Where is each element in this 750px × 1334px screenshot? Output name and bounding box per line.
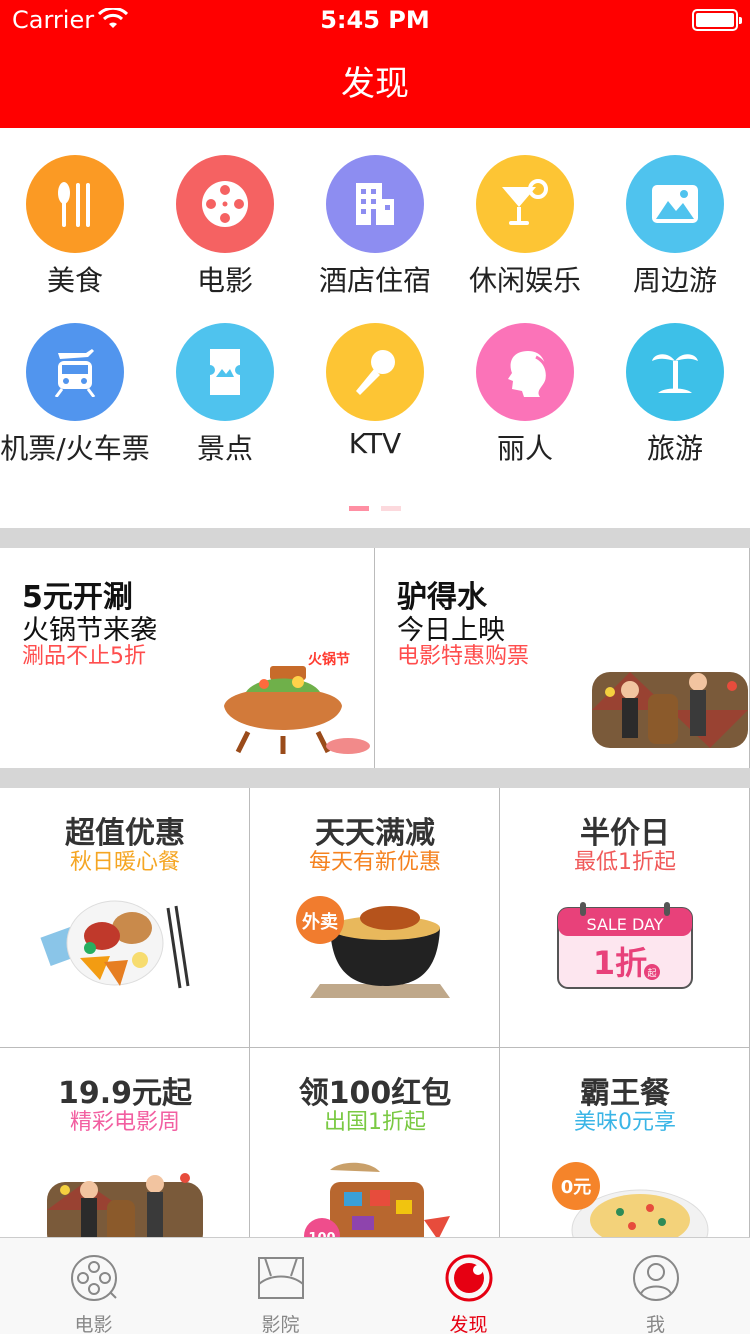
promo-note: 涮品不止5折 <box>22 644 146 669</box>
hotpot-image: 火锅节 <box>224 651 370 754</box>
promo-note: 电影特惠购票 <box>397 644 530 669</box>
category-leisure[interactable]: 休闲娱乐 <box>450 155 600 325</box>
promo-hotpot[interactable]: 5元开涮 火锅节来袭 涮品不止5折 火锅节 <box>0 548 375 768</box>
category-food[interactable]: 美食 <box>0 155 150 325</box>
page-dot-inactive <box>381 506 401 511</box>
tab-cinemas[interactable]: 影院 <box>187 1238 374 1334</box>
category-label: KTV <box>348 427 402 460</box>
battery-icon <box>692 9 742 31</box>
category-label: 丽人 <box>496 432 553 465</box>
deal-subtitle: 精彩电影周 <box>69 1110 180 1135</box>
hotel-icon <box>326 155 424 253</box>
deal-subtitle: 出国1折起 <box>324 1110 426 1135</box>
status-time: 5:45 PM <box>320 6 430 34</box>
film-reel-tab-icon <box>71 1255 117 1301</box>
category-label: 周边游 <box>632 264 717 297</box>
page-title: 发现 <box>341 64 409 104</box>
section-divider <box>0 528 750 548</box>
category-grid: 美食 电影 酒店住宿 休闲娱乐 周边游 机票/火车票 景点 KTV 丽人 旅游 <box>0 128 750 528</box>
tab-movies[interactable]: 电影 <box>0 1238 187 1334</box>
svg-text:0元: 0元 <box>561 1177 592 1198</box>
plane-train-icon <box>26 323 124 421</box>
discover-screen: Carrier 5:45 PM 发现 美食 电影 酒店住宿 休闲娱乐 周边游 机… <box>0 0 750 1334</box>
category-beauty[interactable]: 丽人 <box>450 323 600 493</box>
category-nearby-trip[interactable]: 周边游 <box>600 155 750 325</box>
promo-movie[interactable]: 驴得水 今日上映 电影特惠购票 <box>375 548 750 768</box>
deal-half-price-day[interactable]: 半价日 最低1折起 SALE DAY 1折 起 <box>500 788 750 1048</box>
svg-text:1折: 1折 <box>593 944 647 982</box>
category-movie[interactable]: 电影 <box>150 155 300 325</box>
category-flight-train[interactable]: 机票/火车票 <box>0 323 150 493</box>
tab-label: 电影 <box>74 1314 113 1334</box>
tab-bar: 电影 影院 发现 我 <box>0 1237 750 1334</box>
svg-text:SALE DAY: SALE DAY <box>586 915 663 934</box>
category-label: 机票/火车票 <box>0 432 150 465</box>
svg-text:火锅节: 火锅节 <box>308 651 350 668</box>
tab-label: 影院 <box>261 1314 300 1334</box>
top-bar: Carrier 5:45 PM 发现 <box>0 0 750 128</box>
microphone-icon <box>326 323 424 421</box>
fork-knife-icon <box>26 155 124 253</box>
meal-plate-image <box>40 900 190 989</box>
page-dot-active <box>349 506 369 511</box>
discover-tab-icon <box>445 1254 493 1302</box>
category-hotel[interactable]: 酒店住宿 <box>300 155 450 325</box>
landscape-icon <box>626 155 724 253</box>
deal-subtitle: 美味0元享 <box>574 1110 676 1135</box>
category-label: 美食 <box>46 264 103 297</box>
tab-me[interactable]: 我 <box>562 1238 749 1334</box>
category-ktv[interactable]: KTV <box>300 323 450 493</box>
cinema-screen-tab-icon <box>258 1257 304 1299</box>
deal-subtitle: 秋日暖心餐 <box>69 850 180 875</box>
category-label: 景点 <box>196 432 253 465</box>
palm-tree-icon <box>626 323 724 421</box>
deal-subtitle: 每天有新优惠 <box>308 850 441 875</box>
tab-label: 发现 <box>449 1314 488 1334</box>
tab-discover[interactable]: 发现 <box>375 1238 562 1334</box>
svg-text:起: 起 <box>647 968 656 979</box>
status-bar: Carrier 5:45 PM <box>0 0 750 40</box>
deal-daily-discount[interactable]: 天天满减 每天有新优惠 外卖 <box>250 788 500 1048</box>
cocktail-icon <box>476 155 574 253</box>
woman-profile-icon <box>476 323 574 421</box>
section-divider <box>0 768 750 788</box>
movie-poster-image <box>592 672 748 748</box>
category-attractions[interactable]: 景点 <box>150 323 300 493</box>
category-travel[interactable]: 旅游 <box>600 323 750 493</box>
film-reel-icon <box>176 155 274 253</box>
category-label: 旅游 <box>646 432 703 465</box>
profile-tab-icon <box>633 1255 679 1301</box>
category-label: 休闲娱乐 <box>468 264 581 297</box>
tab-label: 我 <box>645 1314 665 1334</box>
category-label: 酒店住宿 <box>318 264 431 297</box>
takeout-noodle-image: 外卖 <box>296 896 450 998</box>
svg-text:外卖: 外卖 <box>302 911 338 933</box>
deal-value-offer[interactable]: 超值优惠 秋日暖心餐 <box>0 788 250 1048</box>
sale-day-calendar-image: SALE DAY 1折 起 <box>557 902 693 989</box>
ticket-icon <box>176 323 274 421</box>
category-label: 电影 <box>196 264 253 297</box>
deal-subtitle: 最低1折起 <box>574 850 676 875</box>
